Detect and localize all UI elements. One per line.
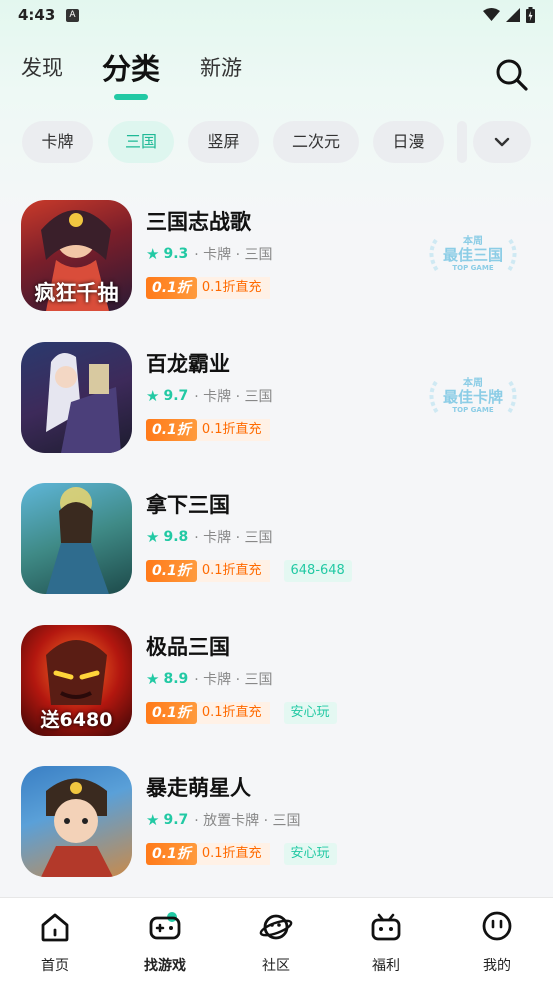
nav-label: 福利 [372, 958, 400, 974]
discount-badge: 0.1折 [146, 560, 197, 582]
home-icon [41, 913, 69, 942]
signal-icon [506, 8, 520, 22]
gamepad-icon [149, 912, 181, 940]
battery-icon [526, 7, 535, 23]
game-row[interactable]: 暴走萌星人 ★ 9.7 · 放置卡牌 · 三国 0.1折 0.1折直充 安心玩 [0, 762, 553, 880]
discount-badge: 0.1折 [146, 702, 197, 724]
game-tags: · 卡牌 · 三国 [194, 530, 273, 546]
planet-icon [259, 914, 293, 940]
game-icon [21, 342, 132, 453]
discount-badge: 0.1折 [146, 419, 197, 441]
game-meta: ★ 9.3 · 卡牌 · 三国 [146, 244, 273, 264]
nav-label: 首页 [41, 958, 69, 974]
discount-badge: 0.1折 [146, 277, 197, 299]
discount-badge: 0.1折 [146, 843, 197, 865]
game-name: 百龙霸业 [146, 352, 230, 376]
chip-card[interactable]: 卡牌 [22, 121, 93, 163]
expand-categories-button[interactable] [473, 121, 531, 163]
game-icon [21, 483, 132, 594]
top-tabs: 发现 分类 新游 [0, 52, 553, 102]
game-icon [21, 766, 132, 877]
award-badge: 本周 最佳三国 TOP GAME [424, 232, 522, 278]
nav-label: 我的 [483, 958, 511, 974]
game-score: 9.7 [163, 388, 189, 404]
discount-label: 0.1折直充 [196, 277, 270, 299]
game-badges: 0.1折 0.1折直充 安心玩 [146, 843, 337, 865]
discount-label: 0.1折直充 [196, 560, 270, 582]
bottom-nav: 首页 找游戏 社区 福利 我的 [0, 897, 553, 985]
nav-label: 找游戏 [144, 958, 186, 974]
status-bar: 4:43 A [0, 0, 553, 32]
wifi-icon [483, 8, 500, 21]
game-meta: ★ 9.7 · 放置卡牌 · 三国 [146, 810, 301, 830]
award-badge: 本周 最佳卡牌 TOP GAME [424, 374, 522, 420]
game-name: 三国志战歌 [146, 210, 251, 234]
chip-japanese-comic[interactable]: 日漫 [373, 121, 444, 163]
discount-label: 0.1折直充 [196, 702, 270, 724]
game-badges: 0.1折 0.1折直充 [146, 277, 270, 299]
chevron-down-icon [494, 137, 510, 147]
game-name: 极品三国 [146, 635, 230, 659]
tab-new-games[interactable]: 新游 [200, 52, 242, 82]
icon-caption: 送6480 [40, 709, 113, 731]
chip-partial [457, 121, 467, 163]
game-score: 9.8 [163, 529, 189, 545]
discount-label: 0.1折直充 [196, 843, 270, 865]
award-sub: TOP GAME [452, 406, 494, 414]
star-icon: ★ [146, 670, 160, 688]
category-chips: 卡牌 三国 竖屏 二次元 日漫 [22, 121, 553, 163]
game-name: 拿下三国 [146, 493, 230, 517]
game-row[interactable]: 疯狂千抽 三国志战歌 ★ 9.3 · 卡牌 · 三国 0.1折 0.1折直充 本… [0, 196, 553, 314]
award-main: 最佳卡牌 [442, 388, 503, 406]
icon-caption: 疯狂千抽 [34, 281, 119, 305]
game-meta: ★ 8.9 · 卡牌 · 三国 [146, 669, 273, 689]
game-icon: 送6480 [21, 625, 132, 736]
star-icon: ★ [146, 387, 160, 405]
tab-category[interactable]: 分类 [102, 46, 160, 88]
game-icon: 疯狂千抽 [21, 200, 132, 311]
game-tags: · 放置卡牌 · 三国 [194, 813, 301, 829]
game-row[interactable]: 拿下三国 ★ 9.8 · 卡牌 · 三国 0.1折 0.1折直充 648-648 [0, 479, 553, 597]
game-badges: 0.1折 0.1折直充 648-648 [146, 560, 352, 582]
award-main: 最佳三国 [442, 246, 503, 264]
chip-anime[interactable]: 二次元 [273, 121, 359, 163]
nav-welfare[interactable]: 福利 [331, 898, 441, 985]
chip-three-kingdoms[interactable]: 三国 [108, 121, 174, 163]
nav-home[interactable]: 首页 [0, 898, 110, 985]
star-icon: ★ [146, 811, 160, 829]
game-meta: ★ 9.8 · 卡牌 · 三国 [146, 527, 273, 547]
star-icon: ★ [146, 245, 160, 263]
game-tags: · 卡牌 · 三国 [194, 389, 273, 405]
discount-label: 0.1折直充 [196, 419, 270, 441]
award-sub: TOP GAME [452, 264, 494, 272]
active-tab-indicator [114, 94, 148, 100]
status-time: 4:43 [18, 6, 56, 24]
nav-mine[interactable]: 我的 [442, 898, 552, 985]
nav-label: 社区 [262, 958, 290, 974]
game-score: 9.7 [163, 812, 189, 828]
game-badges: 0.1折 0.1折直充 [146, 419, 270, 441]
tab-discover[interactable]: 发现 [21, 52, 63, 82]
search-icon[interactable] [495, 58, 529, 92]
extra-tag: 安心玩 [283, 702, 337, 724]
face-icon [482, 911, 512, 941]
nav-community[interactable]: 社区 [221, 898, 331, 985]
notification-a-icon: A [66, 9, 79, 22]
nav-find-games[interactable]: 找游戏 [110, 898, 220, 985]
game-row[interactable]: 送6480 极品三国 ★ 8.9 · 卡牌 · 三国 0.1折 0.1折直充 安… [0, 621, 553, 739]
game-row[interactable]: 百龙霸业 ★ 9.7 · 卡牌 · 三国 0.1折 0.1折直充 本周 最佳卡牌… [0, 338, 553, 456]
game-tags: · 卡牌 · 三国 [194, 672, 273, 688]
game-meta: ★ 9.7 · 卡牌 · 三国 [146, 386, 273, 406]
game-score: 8.9 [163, 671, 189, 687]
star-icon: ★ [146, 528, 160, 546]
gift-tv-icon [371, 913, 401, 941]
extra-tag: 648-648 [283, 560, 352, 582]
game-badges: 0.1折 0.1折直充 安心玩 [146, 702, 337, 724]
game-score: 9.3 [163, 246, 189, 262]
chip-vertical[interactable]: 竖屏 [188, 121, 259, 163]
extra-tag: 安心玩 [283, 843, 337, 865]
game-tags: · 卡牌 · 三国 [194, 247, 273, 263]
game-name: 暴走萌星人 [146, 776, 251, 800]
